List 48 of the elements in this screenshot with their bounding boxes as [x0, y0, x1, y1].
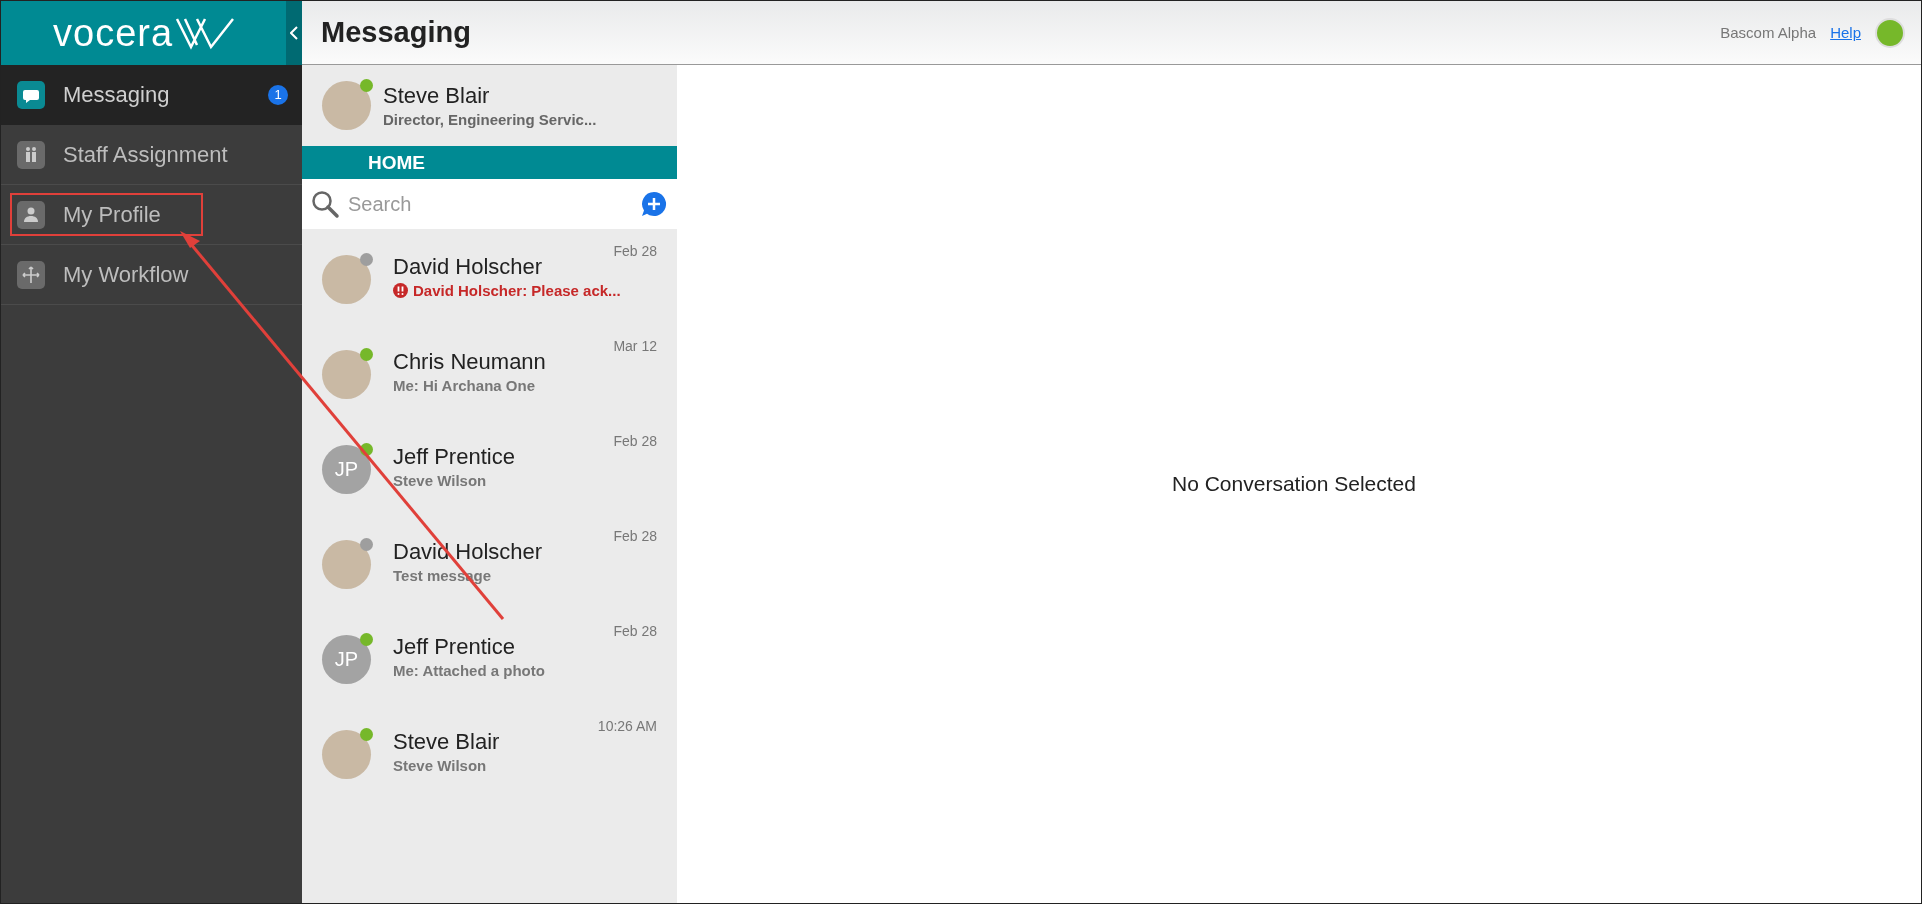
contact-name: David Holscher [393, 539, 543, 565]
search-field[interactable]: Search [302, 179, 677, 229]
nav-label: Messaging [63, 81, 170, 108]
initials-avatar: JP [322, 445, 371, 494]
collapse-button[interactable] [286, 1, 302, 65]
conversation-item[interactable]: Mar 12 Chris Neumann Me: Hi Archana One [302, 324, 677, 419]
conversation-item[interactable]: 10:26 AM Steve Blair Steve Wilson [302, 704, 677, 799]
user-name: Bascom Alpha [1720, 24, 1817, 41]
nav-label: My Profile [63, 201, 161, 228]
message-preview: Steve Wilson [393, 757, 487, 774]
nav-label: Staff Assignment [63, 141, 228, 168]
chat-icon [17, 80, 45, 109]
initials-avatar: JP [322, 635, 371, 684]
workflow-icon [17, 260, 45, 289]
profile-name: Steve Blair [383, 83, 491, 109]
page-title: Messaging [321, 16, 472, 49]
message-date: Feb 28 [613, 243, 657, 259]
message-date: Feb 28 [613, 528, 657, 544]
profile-role: Director, Engineering Servic... [383, 111, 597, 128]
staff-icon [17, 140, 45, 169]
conversation-item[interactable]: Feb 28 David Holscher David Holscher: Please ack... [302, 229, 677, 324]
unread-badge: 1 [268, 84, 288, 105]
chevron-left-icon [290, 26, 298, 40]
nav-item[interactable]: Messaging 1 [1, 65, 302, 125]
search-icon [310, 189, 340, 219]
nav-label: My Workflow [63, 261, 189, 288]
contact-name: Steve Blair [393, 729, 500, 755]
alert-icon [393, 283, 408, 298]
message-date: Feb 28 [613, 623, 657, 639]
person-icon [17, 200, 45, 229]
message-date: Feb 28 [613, 433, 657, 449]
new-message-icon[interactable] [640, 190, 668, 218]
message-preview: Steve Wilson [393, 472, 487, 489]
contact-name: Chris Neumann [393, 349, 546, 375]
contact-name: Jeff Prentice [393, 444, 515, 470]
message-preview: Me: Attached a photo [393, 662, 545, 679]
home-tab[interactable]: HOME [302, 146, 677, 179]
message-date: 10:26 AM [597, 718, 657, 734]
contact-name: Jeff Prentice [393, 634, 516, 660]
help-link[interactable]: Help [1830, 24, 1861, 41]
conversation-item[interactable]: Feb 28 JP Jeff Prentice Steve Wilson [302, 419, 677, 514]
message-date: Mar 12 [613, 338, 657, 354]
contact-name: David Holscher [393, 254, 544, 280]
conversation-item[interactable]: Feb 28 JP Jeff Prentice Me: Attached a photo [302, 609, 677, 704]
message-preview: David Holscher: Please ack... [413, 282, 621, 299]
empty-state-text: No Conversation Selected [1172, 472, 1416, 496]
message-preview: Me: Hi Archana One [393, 377, 535, 394]
logo-text: vocera [53, 11, 174, 55]
